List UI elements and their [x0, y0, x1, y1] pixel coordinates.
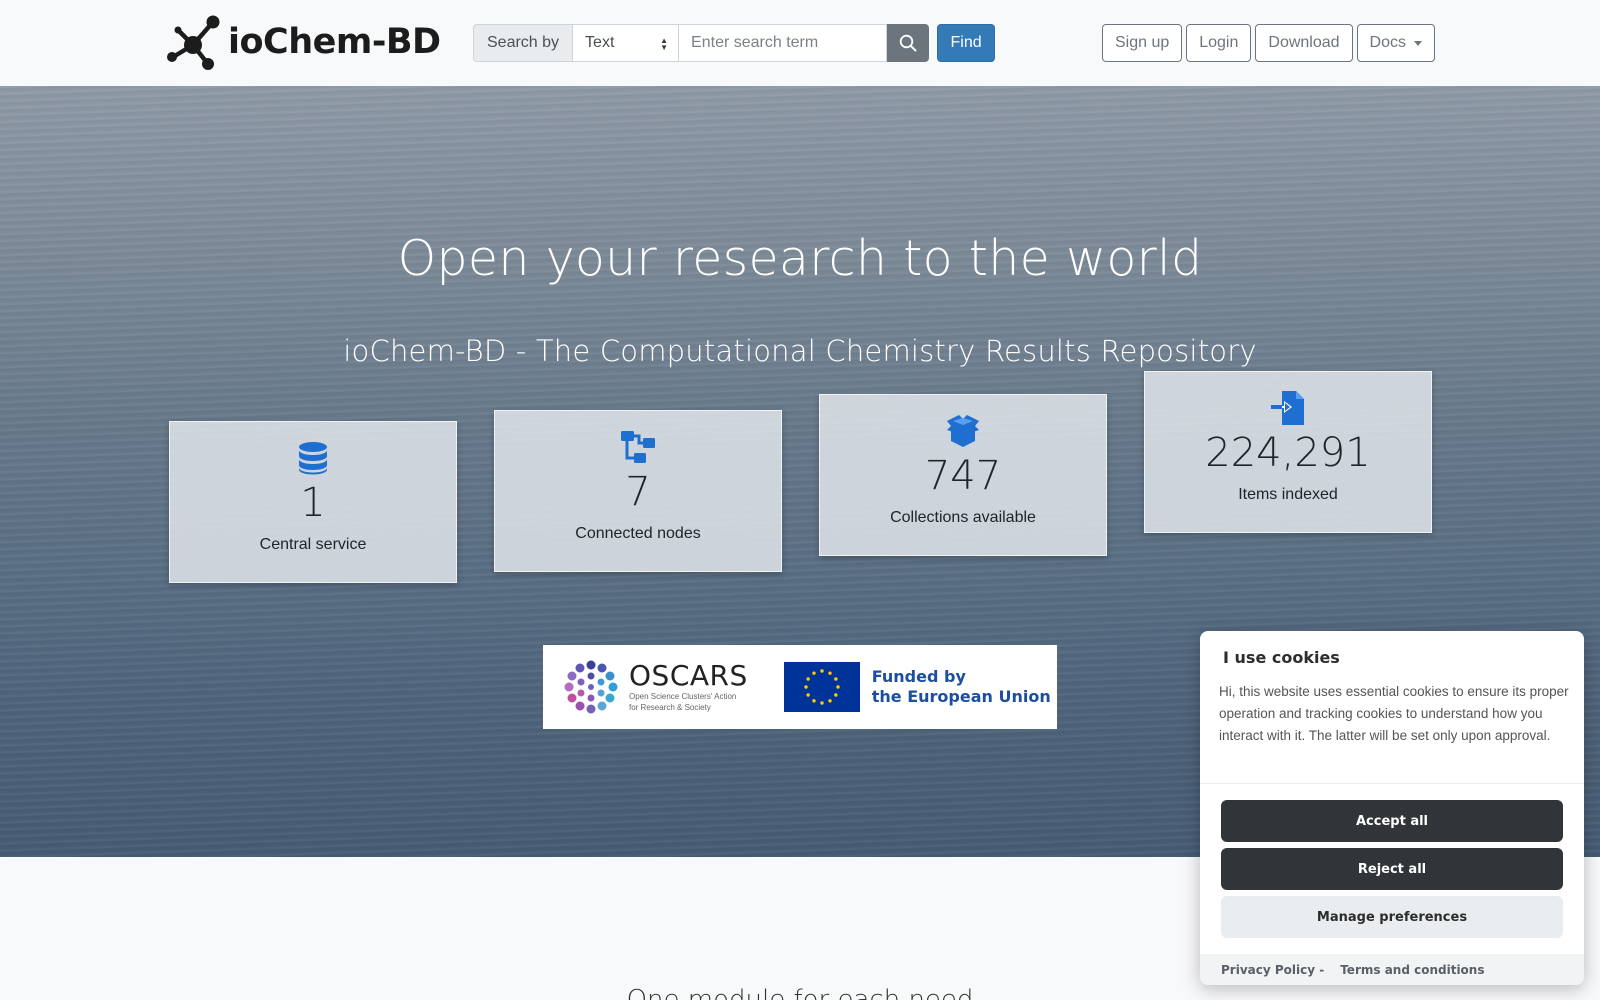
reject-all-button[interactable]: Reject all	[1221, 848, 1563, 890]
eu-star-icon	[828, 699, 832, 703]
stat-label: Collections available	[890, 509, 1036, 526]
privacy-policy-link[interactable]: Privacy Policy -	[1221, 963, 1324, 977]
stat-value: 224,291	[1205, 430, 1371, 476]
find-button[interactable]: Find	[937, 24, 996, 62]
eu-star-icon	[806, 693, 810, 697]
nav-actions: Sign up Login Download Docs	[1101, 24, 1435, 62]
network-icon	[621, 431, 655, 463]
hero-title: Open your research to the world	[397, 230, 1203, 287]
file-import-icon	[1271, 391, 1304, 425]
cookie-footer: Privacy Policy - Terms and conditions	[1200, 954, 1584, 985]
search-bar: Search by Text ▲▼ Find	[473, 24, 996, 62]
eu-star-icon	[820, 669, 824, 673]
signup-button[interactable]: Sign up	[1101, 24, 1183, 62]
stat-value: 1	[300, 480, 326, 526]
caret-down-icon	[1414, 40, 1422, 46]
brand-logo[interactable]: ioChem-BD	[164, 12, 441, 72]
stat-card-items-indexed: 224,291 Items indexed	[1144, 371, 1432, 533]
brand-name: ioChem-BD	[228, 22, 441, 62]
eu-flag-icon	[783, 662, 860, 712]
stat-label: Connected nodes	[575, 525, 701, 542]
stat-value: 7	[625, 469, 651, 515]
docs-dropdown[interactable]: Docs	[1356, 24, 1435, 62]
select-arrows-icon: ▲ ▼	[660, 36, 669, 52]
search-type-select[interactable]: Text ▲ ▼	[573, 24, 680, 62]
search-icon	[899, 34, 917, 52]
stat-label: Items indexed	[1238, 486, 1338, 503]
login-button[interactable]: Login	[1186, 24, 1252, 62]
search-by-label: Search by	[473, 24, 574, 62]
oscars-tagline-2: for Research & Society	[629, 703, 711, 712]
sponsor-banner: OSCARS Open Science Clusters' Action for…	[543, 645, 1057, 729]
cookie-description: Hi, this website uses essential cookies …	[1219, 684, 1569, 743]
search-button[interactable]	[887, 24, 930, 62]
search-type-value: Text	[585, 34, 615, 51]
accept-all-button[interactable]: Accept all	[1221, 800, 1563, 842]
modules-heading: One module for each need	[626, 985, 974, 1000]
eu-funding-logo[interactable]: Funded by the European Union	[783, 662, 1051, 712]
eu-star-icon	[836, 685, 840, 689]
divider	[1200, 783, 1584, 784]
cookie-title: I use cookies	[1223, 648, 1340, 667]
eu-star-icon	[833, 677, 838, 681]
eu-star-icon	[820, 701, 824, 705]
hero-subtitle: ioChem-BD - The Computational Chemistry …	[343, 334, 1257, 368]
eu-star-icon	[828, 671, 832, 675]
database-icon	[299, 442, 327, 475]
stat-card-connected-nodes: 7 Connected nodes	[494, 410, 782, 572]
manage-preferences-button[interactable]: Manage preferences	[1221, 896, 1563, 938]
molecule-icon	[167, 15, 220, 70]
navbar: ioChem-BD Search by Text ▲▼ Find Sign up…	[0, 0, 1600, 86]
eu-star-icon	[833, 693, 838, 697]
search-input[interactable]	[679, 24, 888, 62]
stat-card-collections: 747 Collections available	[819, 394, 1107, 556]
download-button[interactable]: Download	[1255, 24, 1353, 62]
oscars-flower-icon	[564, 660, 618, 714]
docs-label: Docs	[1369, 34, 1406, 51]
oscars-logo[interactable]: OSCARS Open Science Clusters' Action for…	[561, 657, 748, 717]
eu-line-2: the European Union	[871, 687, 1051, 706]
box-icon	[947, 415, 979, 447]
oscars-tagline-1: Open Science Clusters' Action	[629, 692, 737, 701]
cookie-consent-modal: I use cookies Hi, this website uses esse…	[1200, 631, 1584, 985]
eu-star-icon	[812, 699, 816, 703]
stat-value: 747	[924, 453, 1002, 499]
terms-link[interactable]: Terms and conditions	[1340, 963, 1484, 977]
eu-line-1: Funded by	[871, 667, 966, 686]
stat-label: Central service	[259, 536, 367, 553]
eu-star-icon	[806, 677, 810, 681]
oscars-name: OSCARS	[629, 659, 748, 692]
eu-star-icon	[804, 685, 808, 689]
stat-card-central-service: 1 Central service	[169, 421, 457, 583]
eu-star-icon	[812, 671, 816, 675]
